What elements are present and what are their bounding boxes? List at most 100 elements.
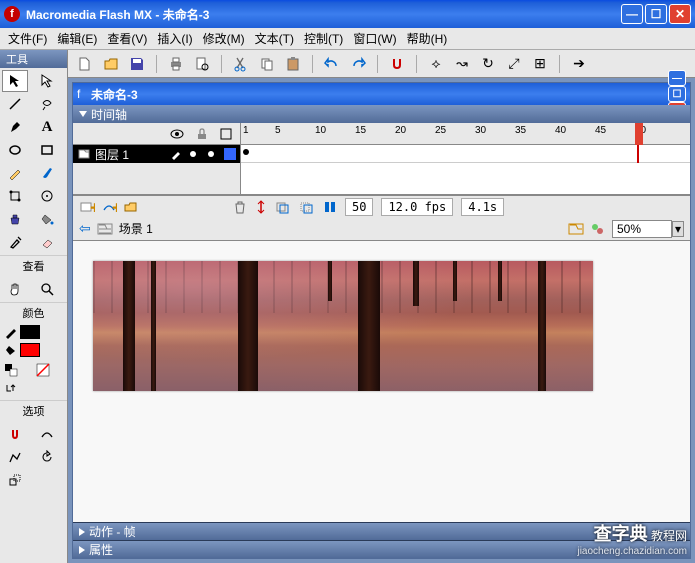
arrow-icon	[8, 74, 22, 88]
scale-option[interactable]	[2, 469, 28, 491]
zoom-select[interactable]	[612, 220, 672, 238]
edit-scene-button[interactable]	[568, 222, 584, 236]
straighten-option[interactable]	[2, 446, 28, 468]
undo-icon	[324, 56, 340, 72]
fill-transform-tool[interactable]	[34, 185, 60, 207]
color-section-label: 颜色	[0, 302, 67, 323]
fps-display: 12.0 fps	[381, 198, 453, 216]
ruler-mark: 10	[315, 125, 326, 136]
menu-file[interactable]: 文件(F)	[4, 28, 51, 49]
onion-outline-button[interactable]	[299, 200, 315, 214]
menu-edit[interactable]: 编辑(E)	[53, 28, 101, 49]
menu-view[interactable]: 查看(V)	[103, 28, 151, 49]
menu-bar: 文件(F) 编辑(E) 查看(V) 插入(I) 修改(M) 文本(T) 控制(T…	[0, 28, 695, 50]
rotate-option[interactable]	[34, 446, 60, 468]
bucket-icon	[40, 212, 54, 226]
pencil-tool[interactable]	[2, 162, 28, 184]
snap-toggle[interactable]	[386, 53, 408, 75]
snap-option[interactable]	[2, 423, 28, 445]
paint-bucket-tool[interactable]	[34, 208, 60, 230]
straighten-button[interactable]: ↝	[451, 53, 473, 75]
scale-button[interactable]: ⤢	[503, 53, 525, 75]
redo-button[interactable]	[347, 53, 369, 75]
back-arrow-button[interactable]: ⇦	[79, 220, 91, 237]
print-button[interactable]	[165, 53, 187, 75]
subselect-tool[interactable]	[34, 70, 60, 92]
hand-tool[interactable]	[2, 278, 28, 300]
zoom-tool[interactable]	[34, 278, 60, 300]
frames-panel[interactable]: 1 5 10 15 20 25 30 35 40 45 50	[241, 123, 690, 194]
layer-row[interactable]: 图层 1	[73, 145, 240, 163]
transform-tool[interactable]	[2, 185, 28, 207]
toolbar-separator	[156, 55, 157, 73]
no-color-button[interactable]	[34, 361, 52, 379]
fill-color-swatch[interactable]	[20, 343, 40, 357]
ink-bottle-tool[interactable]	[2, 208, 28, 230]
timeline-header[interactable]: 时间轴	[73, 105, 690, 123]
keyframe[interactable]	[243, 149, 249, 155]
swap-colors-button[interactable]	[2, 380, 20, 398]
minimize-button[interactable]: —	[621, 4, 643, 24]
stroke-color-swatch[interactable]	[20, 325, 40, 339]
edit-symbol-button[interactable]	[590, 222, 606, 236]
menu-modify[interactable]: 修改(M)	[199, 28, 249, 49]
rotate-button[interactable]: ↻	[477, 53, 499, 75]
menu-window[interactable]: 窗口(W)	[349, 28, 400, 49]
default-colors-button[interactable]	[2, 361, 20, 379]
add-layer-button[interactable]: ✚	[79, 200, 95, 214]
menu-control[interactable]: 控制(T)	[300, 28, 347, 49]
oval-tool[interactable]	[2, 139, 28, 161]
scene-name: 场景 1	[119, 220, 153, 237]
close-button[interactable]: ✕	[669, 4, 691, 24]
lock-icon[interactable]	[196, 128, 208, 140]
text-tool[interactable]: A	[34, 116, 60, 138]
toolbar-separator	[377, 55, 378, 73]
save-button[interactable]	[126, 53, 148, 75]
pen-tool[interactable]	[2, 116, 28, 138]
rect-tool[interactable]	[34, 139, 60, 161]
lasso-tool[interactable]	[34, 93, 60, 115]
delete-layer-button[interactable]	[233, 200, 247, 214]
smooth-option[interactable]	[34, 423, 60, 445]
brush-tool[interactable]	[34, 162, 60, 184]
stage[interactable]	[93, 261, 593, 391]
eye-icon[interactable]	[170, 128, 184, 140]
copy-button[interactable]	[256, 53, 278, 75]
layer-lock-dot[interactable]	[208, 151, 214, 157]
smooth-button[interactable]: ⟡	[425, 53, 447, 75]
undo-button[interactable]	[321, 53, 343, 75]
new-file-button[interactable]	[74, 53, 96, 75]
add-guide-layer-button[interactable]: ✚	[101, 200, 117, 214]
paste-button[interactable]	[282, 53, 304, 75]
doc-minimize-button[interactable]: —	[668, 70, 686, 86]
frame-end	[637, 145, 639, 163]
onion-skin-button[interactable]	[275, 200, 291, 214]
align-button[interactable]: ⊞	[529, 53, 551, 75]
arrow-tool[interactable]	[2, 70, 28, 92]
main-toolbar: ⟡ ↝ ↻ ⤢ ⊞ ➔	[68, 50, 695, 78]
frame-ruler[interactable]: 1 5 10 15 20 25 30 35 40 45 50	[241, 123, 690, 145]
doc-maximize-button[interactable]: ☐	[668, 86, 686, 102]
maximize-button[interactable]: ☐	[645, 4, 667, 24]
add-folder-button[interactable]	[123, 200, 139, 214]
open-file-button[interactable]	[100, 53, 122, 75]
eyedropper-tool[interactable]	[2, 231, 28, 253]
menu-insert[interactable]: 插入(I)	[153, 28, 196, 49]
layer-visible-dot[interactable]	[190, 151, 196, 157]
playhead[interactable]	[635, 123, 643, 145]
edit-multiple-button[interactable]	[323, 200, 337, 214]
center-frame-button[interactable]	[255, 200, 267, 214]
debug-button[interactable]: ➔	[568, 53, 590, 75]
print-preview-button[interactable]	[191, 53, 213, 75]
layer-outline-box[interactable]	[224, 148, 236, 160]
zoom-dropdown-icon[interactable]: ▾	[672, 221, 684, 237]
frame-strip[interactable]	[241, 145, 690, 163]
canvas-area[interactable]	[73, 241, 690, 522]
timeline-content: 图层 1 1 5 10 15 20 25 30	[73, 123, 690, 195]
cut-button[interactable]	[230, 53, 252, 75]
eraser-tool[interactable]	[34, 231, 60, 253]
line-tool[interactable]	[2, 93, 28, 115]
menu-text[interactable]: 文本(T)	[251, 28, 298, 49]
outline-icon[interactable]	[220, 128, 232, 140]
menu-help[interactable]: 帮助(H)	[403, 28, 452, 49]
